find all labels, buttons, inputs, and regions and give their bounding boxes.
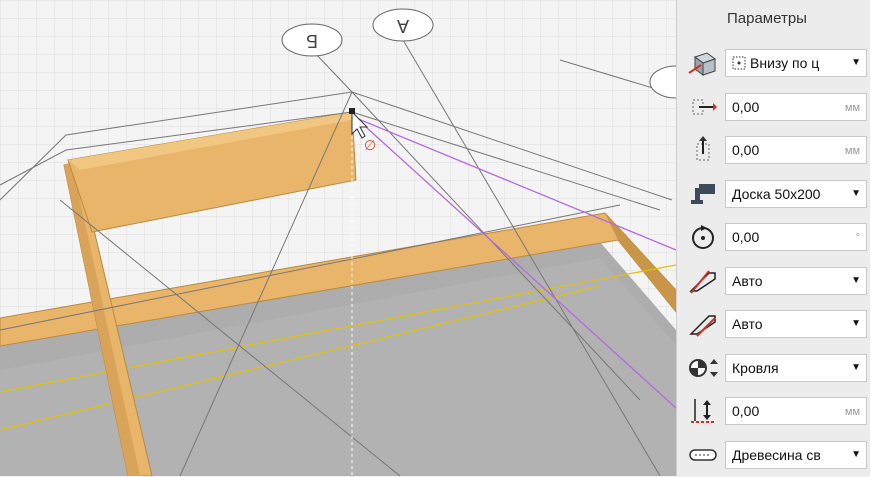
elevation-value: 0,00 (732, 403, 760, 419)
offset-x-unit: мм (844, 101, 860, 114)
end-cut-select[interactable]: Авто ▼ (725, 310, 867, 338)
placement-value: Внизу по ц (750, 55, 820, 71)
profile-value: Доска 50x200 (732, 185, 821, 202)
chevron-down-icon[interactable]: ▼ (851, 188, 861, 199)
rotation-icon[interactable] (687, 221, 719, 253)
material-select[interactable]: Древесина св ▼ (725, 440, 867, 469)
panel-title: Параметры (727, 10, 807, 27)
snap-point (349, 108, 355, 114)
rotation-input[interactable]: 0,00 ° (725, 223, 867, 251)
param-row-rotation: 0,00 ° (677, 215, 870, 259)
material-value: Древесина св (732, 446, 821, 463)
material-icon[interactable] (687, 439, 719, 471)
horizontal-offset-icon[interactable] (687, 91, 719, 123)
layer-value: Кровля (732, 359, 779, 376)
axis-label-a: А (397, 16, 409, 36)
layer-select[interactable]: Кровля ▼ (725, 353, 867, 382)
start-cut-select[interactable]: Авто ▼ (725, 266, 867, 295)
dotted-grid-icon (732, 56, 746, 70)
axis-marker-a[interactable]: А (372, 8, 434, 42)
rotation-unit: ° (855, 232, 860, 244)
axis-label-b: Б (306, 31, 318, 51)
chevron-down-icon[interactable]: ▼ (851, 362, 861, 373)
offset-x-input[interactable]: 0,00 мм (725, 92, 867, 121)
param-row-placement: Внизу по ц ▼ (677, 41, 870, 85)
end-cut-icon[interactable] (687, 308, 719, 340)
param-row-layer: Кровля ▼ (677, 346, 870, 390)
offset-x-value: 0,00 (732, 98, 760, 115)
param-row-material: Древесина св ▼ (677, 433, 870, 477)
offset-y-unit: мм (844, 145, 860, 157)
start-cut-icon[interactable] (687, 265, 719, 297)
axis-marker-b[interactable]: Б (281, 23, 343, 57)
offset-y-value: 0,00 (732, 142, 760, 158)
param-row-offset-x: 0,00 мм (677, 85, 870, 129)
chevron-down-icon[interactable]: ▼ (851, 318, 861, 329)
param-row-start-cut: Авто ▼ (677, 259, 870, 303)
offset-y-input[interactable]: 0,00 мм (725, 136, 867, 164)
end-cut-value: Авто (732, 316, 763, 332)
profile-select[interactable]: Доска 50x200 ▼ (725, 179, 867, 208)
rotation-value: 0,00 (732, 229, 760, 245)
parameters-panel: Параметры Внизу по ц ▼ 0,00 мм 0,00 мм Доска 5… (676, 0, 870, 476)
param-row-end-cut: Авто ▼ (677, 302, 870, 346)
vertical-offset-icon[interactable] (687, 134, 719, 166)
svg-text:∅: ∅ (364, 137, 376, 153)
placement-select[interactable]: Внизу по ц ▼ (725, 49, 867, 77)
param-row-elevation: 0,00 мм (677, 389, 870, 433)
chevron-down-icon[interactable]: ▼ (851, 57, 861, 68)
start-cut-value: Авто (732, 272, 763, 289)
layer-icon[interactable] (687, 352, 719, 384)
elevation-input[interactable]: 0,00 мм (725, 397, 867, 425)
chevron-down-icon[interactable]: ▼ (851, 449, 861, 460)
elevation-unit: мм (844, 406, 860, 418)
param-row-offset-y: 0,00 мм (677, 128, 870, 172)
param-row-profile: Доска 50x200 ▼ (677, 172, 870, 216)
chevron-down-icon[interactable]: ▼ (851, 275, 861, 286)
placement-icon[interactable] (687, 47, 719, 79)
profile-icon[interactable] (687, 178, 719, 210)
elevation-icon[interactable] (687, 395, 719, 427)
3d-viewport[interactable]: ∅ Б А (0, 0, 676, 476)
